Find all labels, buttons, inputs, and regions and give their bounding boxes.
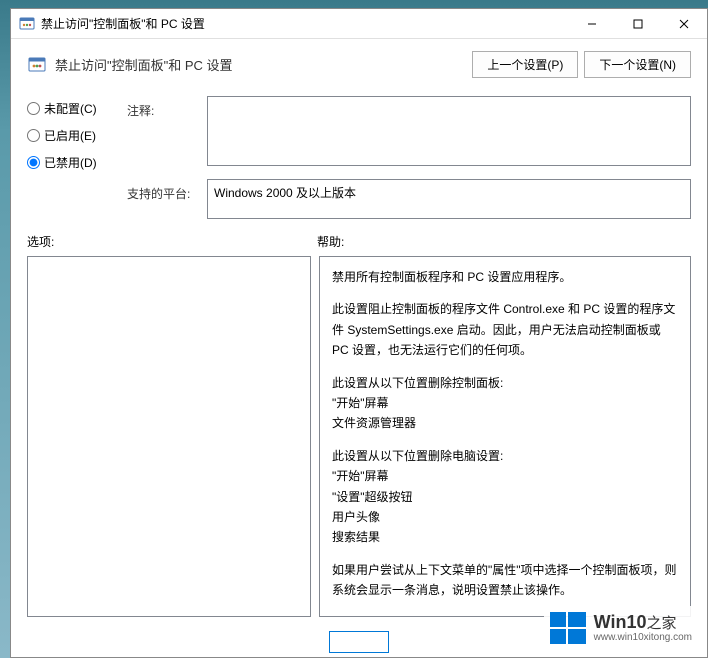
previous-setting-button[interactable]: 上一个设置(P) bbox=[472, 51, 578, 78]
radio-label: 已禁用(D) bbox=[44, 154, 97, 171]
help-text: 用户头像 bbox=[332, 507, 678, 527]
config-row: 未配置(C) 已启用(E) 已禁用(D) 注释: bbox=[11, 90, 707, 171]
help-text: 如果用户尝试从上下文菜单的"属性"项中选择一个控制面板项，则系统会显示一条消息，… bbox=[332, 560, 678, 601]
watermark-text: Win10之家 www.win10xitong.com bbox=[594, 613, 692, 644]
watermark-url: www.win10xitong.com bbox=[594, 632, 692, 643]
app-icon bbox=[19, 16, 35, 32]
help-panel: 禁用所有控制面板程序和 PC 设置应用程序。 此设置阻止控制面板的程序文件 Co… bbox=[319, 256, 691, 617]
radio-not-configured[interactable]: 未配置(C) bbox=[27, 100, 127, 117]
radio-disabled[interactable]: 已禁用(D) bbox=[27, 154, 127, 171]
help-text: "开始"屏幕 bbox=[332, 393, 678, 413]
watermark: Win10之家 www.win10xitong.com bbox=[544, 606, 696, 650]
titlebar: 禁止访问"控制面板"和 PC 设置 bbox=[11, 9, 707, 39]
help-text: "开始"屏幕 bbox=[332, 466, 678, 486]
supported-platforms-box: Windows 2000 及以上版本 bbox=[207, 179, 691, 219]
nav-buttons: 上一个设置(P) 下一个设置(N) bbox=[472, 51, 691, 78]
radio-enabled[interactable]: 已启用(E) bbox=[27, 127, 127, 144]
header-row: 禁止访问"控制面板"和 PC 设置 上一个设置(P) 下一个设置(N) bbox=[11, 39, 707, 90]
radio-disabled-input[interactable] bbox=[27, 156, 40, 169]
help-text: 搜索结果 bbox=[332, 527, 678, 547]
help-text: 此设置从以下位置删除控制面板: bbox=[332, 373, 678, 393]
help-text: 此设置从以下位置删除电脑设置: bbox=[332, 446, 678, 466]
radio-label: 未配置(C) bbox=[44, 100, 97, 117]
page-title: 禁止访问"控制面板"和 PC 设置 bbox=[55, 55, 472, 74]
options-panel bbox=[27, 256, 311, 617]
radio-label: 已启用(E) bbox=[44, 127, 96, 144]
panels-row: 禁用所有控制面板程序和 PC 设置应用程序。 此设置阻止控制面板的程序文件 Co… bbox=[11, 256, 707, 627]
policy-icon bbox=[27, 55, 47, 75]
maximize-button[interactable] bbox=[615, 9, 661, 38]
supported-platforms-text: Windows 2000 及以上版本 bbox=[214, 186, 356, 200]
help-text: 文件资源管理器 bbox=[332, 413, 678, 433]
minimize-button[interactable] bbox=[569, 9, 615, 38]
watermark-suffix: 之家 bbox=[646, 615, 676, 632]
radio-not-configured-input[interactable] bbox=[27, 102, 40, 115]
supported-label: 支持的平台: bbox=[127, 179, 207, 219]
comment-label: 注释: bbox=[127, 96, 207, 119]
help-text: 此设置阻止控制面板的程序文件 Control.exe 和 PC 设置的程序文件 … bbox=[332, 299, 678, 360]
watermark-brand: Win10 bbox=[594, 612, 647, 632]
next-setting-button[interactable]: 下一个设置(N) bbox=[584, 51, 691, 78]
help-text: "设置"超级按钮 bbox=[332, 487, 678, 507]
help-text: 禁用所有控制面板程序和 PC 设置应用程序。 bbox=[332, 267, 678, 287]
state-radio-group: 未配置(C) 已启用(E) 已禁用(D) bbox=[27, 96, 127, 171]
window-controls bbox=[569, 9, 707, 38]
help-label: 帮助: bbox=[317, 233, 344, 250]
radio-enabled-input[interactable] bbox=[27, 129, 40, 142]
platform-row: 支持的平台: Windows 2000 及以上版本 bbox=[11, 171, 707, 219]
window-title: 禁止访问"控制面板"和 PC 设置 bbox=[41, 15, 569, 32]
options-label: 选项: bbox=[27, 233, 317, 250]
comment-textarea[interactable] bbox=[207, 96, 691, 166]
windows-logo-icon bbox=[548, 608, 588, 648]
policy-editor-window: 禁止访问"控制面板"和 PC 设置 禁止访问"控制面板"和 PC 设置 bbox=[10, 8, 708, 658]
panel-labels: 选项: 帮助: bbox=[11, 219, 707, 256]
partial-button[interactable] bbox=[329, 631, 389, 653]
close-button[interactable] bbox=[661, 9, 707, 38]
